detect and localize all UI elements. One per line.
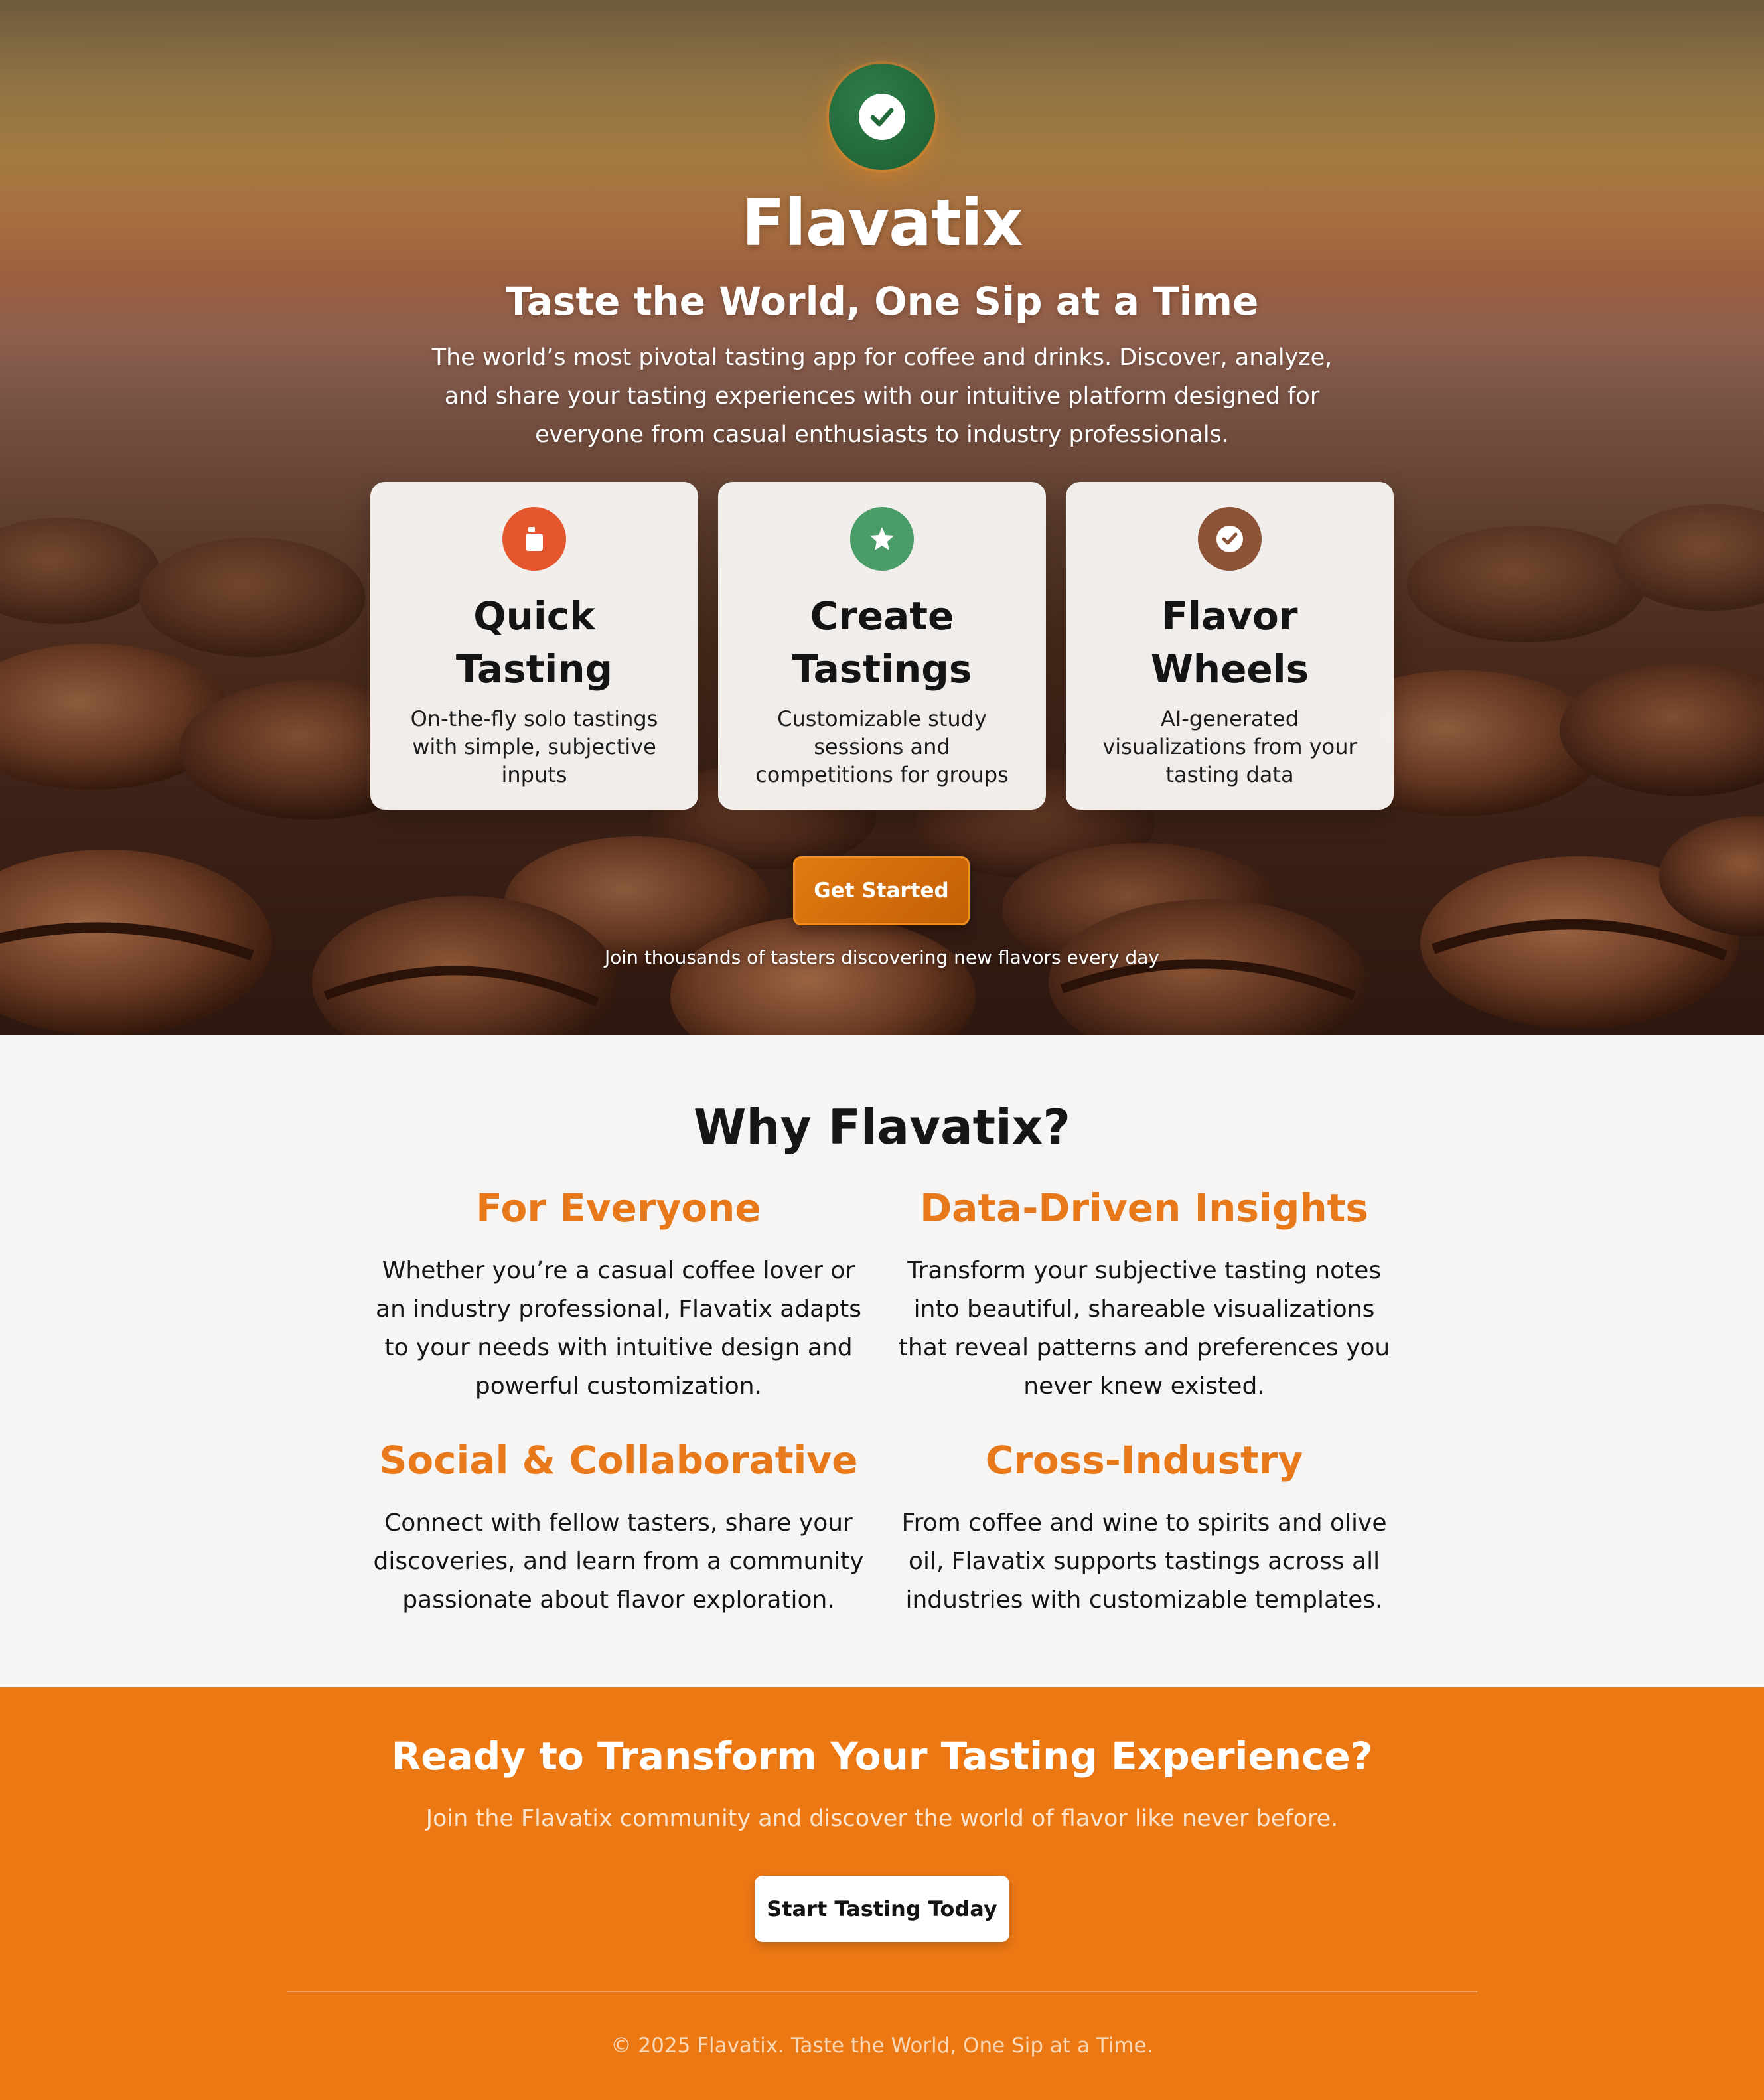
why-item-data-driven: Data-Driven Insights Transform your subj… — [892, 1181, 1396, 1406]
check-circle-icon — [859, 94, 905, 140]
hero-content: Flavatix Taste the World, One Sip at a T… — [0, 0, 1764, 1035]
cta-title: Ready to Transform Your Tasting Experien… — [391, 1734, 1373, 1779]
footer-copyright: © 2025 Flavatix. Taste the World, One Si… — [611, 2034, 1153, 2058]
why-section: Why Flavatix? For Everyone Whether you’r… — [0, 1035, 1764, 1687]
footer-divider — [287, 1991, 1477, 1992]
why-item-text: Connect with fellow tasters, share your … — [373, 1509, 864, 1613]
why-item-title: Data-Driven Insights — [920, 1185, 1368, 1231]
feature-card-quick-tasting[interactable]: Quick Tasting On-the-fly solo tastings w… — [370, 482, 698, 810]
get-started-button[interactable]: Get Started — [793, 856, 970, 925]
why-item-title: Social & Collaborative — [379, 1438, 858, 1483]
feature-card-flavor-wheels[interactable]: Flavor Wheels AI-generated visualization… — [1066, 482, 1394, 810]
why-item-title: Cross-Industry — [985, 1438, 1303, 1483]
why-item-social: Social & Collaborative Connect with fell… — [366, 1434, 871, 1619]
hero-intro: The world’s most pivotal tasting app for… — [431, 344, 1333, 448]
why-item-text: Transform your subjective tasting notes … — [898, 1257, 1390, 1400]
check-icon — [1198, 507, 1262, 571]
brand-title: Flavatix — [741, 186, 1023, 260]
card-text: On-the-fly solo tastings with simple, su… — [410, 706, 658, 787]
hero-section: Flavatix Taste the World, One Sip at a T… — [0, 0, 1764, 1035]
feature-cards: Quick Tasting On-the-fly solo tastings w… — [370, 482, 1394, 810]
card-title: Create Tastings — [792, 593, 972, 692]
card-text: AI-generated visualizations from your ta… — [1102, 706, 1357, 787]
cta-section: Ready to Transform Your Tasting Experien… — [0, 1687, 1764, 2100]
join-text: Join thousands of tasters discovering ne… — [605, 946, 1159, 968]
hero-tagline: Taste the World, One Sip at a Time — [505, 279, 1259, 324]
why-item-text: Whether you’re a casual coffee lover or … — [376, 1257, 861, 1400]
feature-card-create-tastings[interactable]: Create Tastings Customizable study sessi… — [718, 482, 1046, 810]
why-item-title: For Everyone — [476, 1185, 761, 1231]
why-title: Why Flavatix? — [694, 1099, 1070, 1155]
star-icon — [850, 507, 914, 571]
why-item-for-everyone: For Everyone Whether you’re a casual cof… — [366, 1181, 871, 1406]
card-text: Customizable study sessions and competit… — [755, 706, 1009, 787]
logo-badge — [829, 64, 935, 170]
why-item-cross-industry: Cross-Industry From coffee and wine to s… — [892, 1434, 1396, 1619]
card-title: Flavor Wheels — [1150, 593, 1309, 692]
start-tasting-button[interactable]: Start Tasting Today — [755, 1876, 1009, 1942]
why-item-text: From coffee and wine to spirits and oliv… — [901, 1509, 1387, 1613]
cta-subtitle: Join the Flavatix community and discover… — [425, 1805, 1339, 1832]
card-title: Quick Tasting — [455, 593, 613, 692]
cup-icon — [502, 507, 566, 571]
